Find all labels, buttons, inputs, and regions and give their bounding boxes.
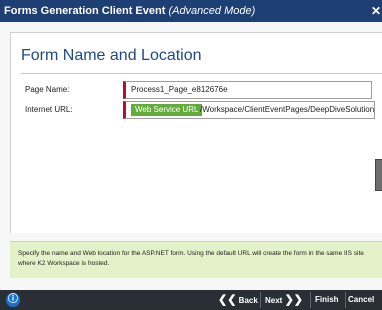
- web-service-url-token[interactable]: Web Service URL: [131, 104, 203, 116]
- back-button[interactable]: ❮❮ Back: [218, 293, 258, 307]
- next-button-label: Next: [265, 296, 283, 305]
- internet-url-field[interactable]: Web Service URL /Workspace/ClientEventPa…: [123, 101, 375, 119]
- back-button-label: Back: [238, 296, 258, 305]
- info-panel: Specify the name and Web location for th…: [10, 241, 382, 278]
- page-name-label: Page Name:: [25, 85, 70, 94]
- url-path-value: /Workspace/ClientEventPages/DeepDiveSolu…: [200, 105, 375, 114]
- forms-generation-dialog: Forms Generation Client Event (Advanced …: [0, 0, 382, 310]
- page-name-value: Process1_Page_e812676e: [131, 85, 228, 94]
- chevron-right-icon: ❯❯: [284, 294, 304, 306]
- section-heading: Form Name and Location: [21, 47, 202, 64]
- info-text: Specify the name and Web location for th…: [18, 250, 364, 267]
- main-panel: Form Name and Location Page Name: Proces…: [10, 32, 382, 233]
- heading-divider: [21, 73, 382, 74]
- page-name-field[interactable]: Process1_Page_e812676e: [123, 81, 372, 99]
- cancel-button[interactable]: Cancel: [348, 293, 374, 307]
- title-bar: Forms Generation Client Event (Advanced …: [0, 0, 382, 22]
- chevron-left-icon: ❮❮: [218, 294, 237, 306]
- footer-divider: [260, 292, 261, 308]
- info-icon[interactable]: ⓘ: [6, 293, 20, 307]
- footer-bar: ⓘ ❮❮ Back Next ❯❯ Finish Cancel: [0, 290, 382, 310]
- footer-divider: [345, 292, 346, 308]
- window-mode: (Advanced Mode): [168, 5, 256, 17]
- close-icon[interactable]: ✕: [371, 4, 381, 18]
- window-title-text: Forms Generation Client Event: [4, 5, 166, 17]
- internet-url-label: Internet URL:: [25, 105, 73, 114]
- next-button[interactable]: Next ❯❯: [265, 293, 303, 307]
- footer-divider: [310, 292, 311, 308]
- side-scroll-handle[interactable]: [375, 159, 382, 191]
- window-title: Forms Generation Client Event (Advanced …: [4, 5, 255, 17]
- finish-button[interactable]: Finish: [315, 293, 339, 307]
